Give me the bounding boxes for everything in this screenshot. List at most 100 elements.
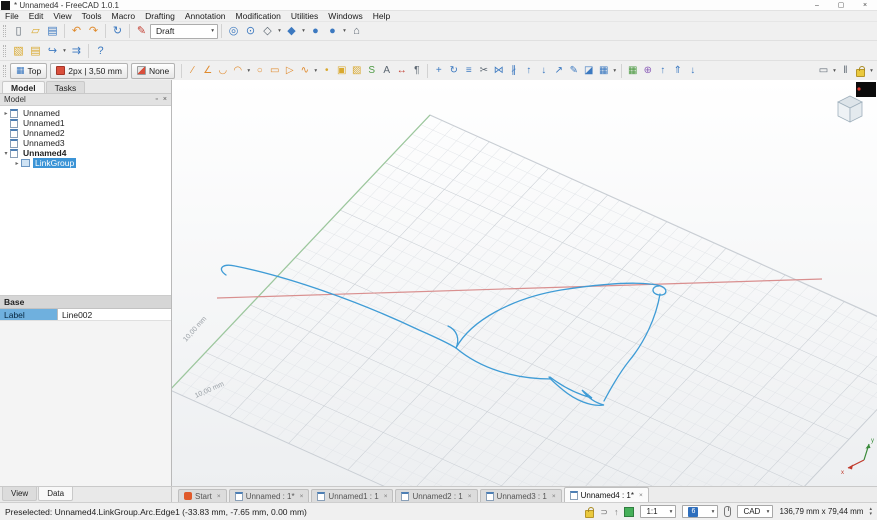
working-plane-down-icon[interactable]: ↓	[685, 63, 700, 79]
new-document-icon[interactable]: ▯	[10, 23, 27, 39]
menu-tools[interactable]: Tools	[77, 11, 107, 22]
line-style-button[interactable]: 2px | 3,50 mm	[50, 63, 128, 79]
stepper-down-icon[interactable]: ▾	[869, 512, 872, 517]
draft-fillet-icon[interactable]: ◡	[215, 63, 230, 79]
draft-edit-icon[interactable]: ✎	[566, 63, 581, 79]
draft-shapestring-icon[interactable]: S	[364, 63, 379, 79]
draft-hatch-icon[interactable]: ▨	[349, 63, 364, 79]
snap-magnet-icon[interactable]: ⊃	[600, 506, 608, 518]
tab-unnamed[interactable]: Unnamed : 1* ×	[229, 489, 310, 502]
draft-bspline-dropdown-arrow[interactable]: ▾	[312, 63, 319, 79]
make-link-icon[interactable]: ↪	[44, 43, 61, 59]
float-pane-icon[interactable]: ▫	[155, 96, 157, 103]
toolbar-handle[interactable]	[3, 25, 6, 37]
scale-ruler-icon[interactable]: ‖	[838, 63, 853, 79]
working-plane-up-icon[interactable]: ↑	[655, 63, 670, 79]
workbench-icon[interactable]: ✎	[133, 23, 150, 39]
draft-polygon-icon[interactable]: ▷	[282, 63, 297, 79]
close-tab-icon[interactable]: ×	[550, 493, 556, 500]
working-plane-button[interactable]: ▦ Top	[10, 63, 47, 79]
navigation-style-combo[interactable]: CAD ▾	[737, 505, 773, 518]
zoom-fit-icon[interactable]: ◎	[225, 23, 242, 39]
expander-icon[interactable]: ▸	[13, 160, 21, 167]
draft-rectangle-icon[interactable]: ▭	[267, 63, 282, 79]
tree-item-unnamed[interactable]: ▸ Unnamed	[0, 108, 171, 118]
viewport-3d[interactable]: 10,00 mm 10,00 mm x y	[172, 80, 877, 486]
tab-data[interactable]: Data	[38, 487, 73, 501]
draft-facebinder-icon[interactable]: ▣	[334, 63, 349, 79]
rotate-view-icon[interactable]: ●	[324, 23, 341, 39]
tree-item-unnamed1[interactable]: Unnamed1	[0, 118, 171, 128]
property-name-cell[interactable]: Label	[0, 309, 58, 320]
save-document-icon[interactable]: ▤	[44, 23, 61, 39]
menu-view[interactable]: View	[48, 11, 76, 22]
whats-this-icon[interactable]: ?	[92, 43, 109, 59]
menu-edit[interactable]: Edit	[24, 11, 49, 22]
refresh-icon[interactable]: ↻	[109, 23, 126, 39]
expander-icon[interactable]: ▸	[2, 110, 10, 117]
draft-array-icon[interactable]: ▦	[596, 63, 611, 79]
create-group-icon[interactable]: ▤	[27, 43, 44, 59]
close-pane-icon[interactable]: ×	[163, 96, 167, 103]
std-view-icon[interactable]: ●	[307, 23, 324, 39]
color-swatch-icon[interactable]	[624, 507, 634, 517]
tab-unnamed4[interactable]: Unnamed4 : 1* ×	[564, 487, 649, 502]
annotation-scale-dropdown-arrow[interactable]: ▾	[831, 63, 838, 79]
tab-unnamed3[interactable]: Unnamed3 : 1 ×	[480, 489, 562, 502]
draft-offset-icon[interactable]: ≡	[461, 63, 476, 79]
tab-model[interactable]: Model	[2, 81, 45, 93]
undo-icon[interactable]: ↶	[68, 23, 85, 39]
dimensions-stepper[interactable]: ▴ ▾	[869, 507, 872, 516]
draft-downgrade-icon[interactable]: ↓	[536, 63, 551, 79]
annotation-scale-icon[interactable]: ▭	[816, 63, 831, 79]
open-document-icon[interactable]: ▱	[27, 23, 44, 39]
draft-arc-icon[interactable]: ◠	[230, 63, 245, 79]
draft-subelement-icon[interactable]: ◪	[581, 63, 596, 79]
make-link-group-icon[interactable]: ⇉	[68, 43, 85, 59]
rotate-view-dropdown-arrow[interactable]: ▾	[341, 23, 348, 39]
draft-array-dropdown-arrow[interactable]: ▾	[611, 63, 618, 79]
close-tab-icon[interactable]: ×	[466, 493, 472, 500]
autogroup-button[interactable]: None	[131, 63, 175, 79]
expander-open-icon[interactable]: ▾	[2, 150, 10, 157]
draft-text-icon[interactable]: A	[379, 63, 394, 79]
draft-point-icon[interactable]: •	[319, 63, 334, 79]
draft-join-icon[interactable]: ⋈	[491, 63, 506, 79]
grid-size-combo[interactable]: 6 ▾	[682, 505, 718, 518]
menu-macro[interactable]: Macro	[106, 11, 140, 22]
close-tab-icon[interactable]: ×	[298, 493, 304, 500]
maximize-button[interactable]: ▢	[829, 0, 853, 11]
close-tab-icon[interactable]: ×	[637, 492, 643, 499]
tree-item-linkgroup[interactable]: ▸ LinkGroup	[0, 158, 171, 168]
draft-move-icon[interactable]: +	[431, 63, 446, 79]
draft-split-icon[interactable]: ∦	[506, 63, 521, 79]
minimize-button[interactable]: –	[805, 0, 829, 11]
toggle-grid-icon[interactable]: ▦	[625, 63, 640, 79]
create-part-icon[interactable]: ▧	[10, 43, 27, 59]
zoom-selection-icon[interactable]: ⊙	[242, 23, 259, 39]
draw-style-dropdown-arrow[interactable]: ▾	[276, 23, 283, 39]
tab-view[interactable]: View	[2, 487, 37, 501]
workbench-selector[interactable]: Draft ▾	[150, 24, 218, 39]
snap-lock-icon[interactable]	[853, 63, 868, 79]
axonometric-view-dropdown-arrow[interactable]: ▾	[300, 23, 307, 39]
working-plane-top-icon[interactable]: ⇑	[670, 63, 685, 79]
menu-drafting[interactable]: Drafting	[140, 11, 180, 22]
menu-windows[interactable]: Windows	[323, 11, 367, 22]
snap-lock-icon[interactable]	[585, 510, 594, 518]
tree-item-unnamed3[interactable]: Unnamed3	[0, 138, 171, 148]
draft-trimex-icon[interactable]: ✂	[476, 63, 491, 79]
draft-bspline-icon[interactable]: ∿	[297, 63, 312, 79]
property-value-cell[interactable]: Line002	[58, 309, 171, 320]
tree-item-unnamed4[interactable]: ▾ Unnamed4	[0, 148, 171, 158]
snap-center-icon[interactable]: ⊕	[640, 63, 655, 79]
cursor-up-icon[interactable]: ↑	[614, 506, 619, 518]
draft-arc-dropdown-arrow[interactable]: ▾	[245, 63, 252, 79]
property-group-base[interactable]: Base	[0, 296, 171, 309]
close-tab-icon[interactable]: ×	[215, 493, 221, 500]
close-button[interactable]: ×	[853, 0, 877, 11]
menu-annotation[interactable]: Annotation	[180, 11, 231, 22]
scale-combo[interactable]: 1:1 ▾	[640, 505, 676, 518]
tree-item-unnamed2[interactable]: Unnamed2	[0, 128, 171, 138]
draft-label-icon[interactable]: ¶	[409, 63, 424, 79]
